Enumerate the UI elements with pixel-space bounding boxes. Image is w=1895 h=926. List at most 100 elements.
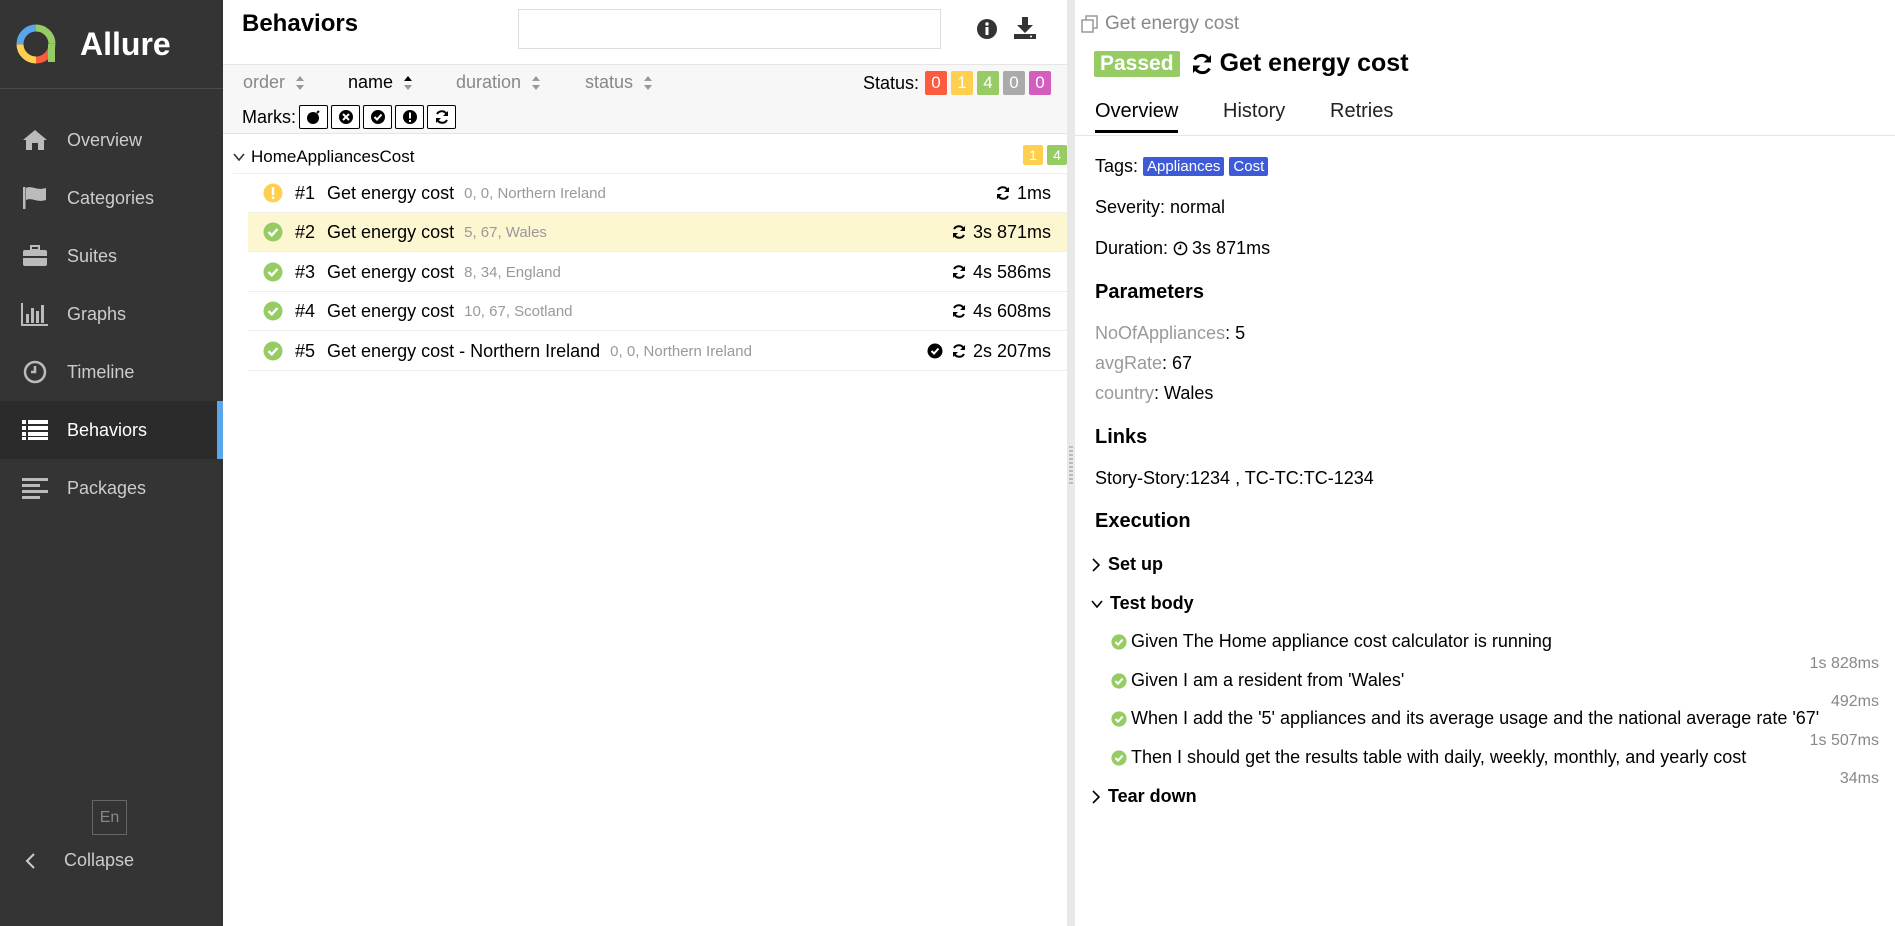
sort-icon <box>532 75 541 90</box>
tree-group[interactable]: HomeAppliancesCost 1 4 <box>233 140 1067 174</box>
language-switch[interactable]: En <box>92 800 127 835</box>
retry-icon <box>952 344 965 358</box>
splitter-grip-icon[interactable] <box>1069 446 1073 484</box>
status-filter: Status: 0 1 4 0 0 <box>863 71 1051 95</box>
mark-new-broken-toggle[interactable] <box>395 105 424 129</box>
test-detail-panel: Get energy cost Passed Get energy cost O… <box>1075 0 1895 926</box>
copy-icon[interactable] <box>1081 15 1099 33</box>
exclamation-circle-icon <box>402 110 417 124</box>
row-duration: 3s 871ms <box>951 222 1051 243</box>
duration-text: 1ms <box>1016 182 1051 203</box>
breadcrumb: Get energy cost <box>1081 13 1239 35</box>
page-title: Behaviors <box>242 10 359 37</box>
status-skipped-toggle[interactable]: 0 <box>1003 71 1025 95</box>
retry-icon <box>952 304 965 318</box>
chevron-left-icon <box>25 852 35 869</box>
tree-row[interactable]: #5 Get energy cost - Northern Ireland 0,… <box>248 332 1067 371</box>
app-name: Allure <box>80 25 171 62</box>
check-circle-icon <box>370 110 385 124</box>
tab-overview[interactable]: Overview <box>1095 100 1179 133</box>
sidebar-item-timeline[interactable]: Timeline <box>0 343 223 401</box>
sort-label: status <box>585 72 634 92</box>
mark-new-failed-toggle[interactable] <box>331 105 360 129</box>
new-passed-mark-icon <box>927 343 943 359</box>
sidebar-item-suites[interactable]: Suites <box>0 227 223 285</box>
sidebar-item-overview[interactable]: Overview <box>0 111 223 169</box>
search-input[interactable] <box>518 9 941 49</box>
sidebar-item-behaviors[interactable]: Behaviors <box>0 401 223 459</box>
step-row[interactable]: Then I should get the results table with… <box>1111 747 1746 768</box>
passed-status-icon <box>263 341 283 361</box>
parameter-value: : 67 <box>1162 353 1193 373</box>
download-button[interactable] <box>1013 16 1037 45</box>
align-left-icon <box>21 474 49 502</box>
sort-duration[interactable]: duration <box>456 72 541 93</box>
step-row[interactable]: Given I am a resident from 'Wales' <box>1111 670 1404 691</box>
sidebar-item-label: Timeline <box>67 361 135 382</box>
status-failed-toggle[interactable]: 0 <box>925 71 947 95</box>
home-icon <box>21 126 49 154</box>
chevron-down-icon <box>233 152 245 161</box>
tree-row-selected[interactable]: #2 Get energy cost 5, 67, Wales 3s 871ms <box>248 213 1067 252</box>
sidebar-item-label: Behaviors <box>67 419 148 440</box>
sidebar-item-packages[interactable]: Packages <box>0 459 223 517</box>
passed-status-icon <box>263 301 283 321</box>
retry-icon <box>952 265 965 279</box>
tags-line: Tags: Appliances Cost <box>1095 156 1269 177</box>
row-params: 0, 0, Northern Ireland <box>464 184 606 202</box>
info-button[interactable] <box>976 18 998 45</box>
row-duration: 4s 586ms <box>951 262 1051 283</box>
row-name: Get energy cost <box>327 261 455 282</box>
status-unknown-toggle[interactable]: 0 <box>1029 71 1051 95</box>
sidebar-nav: Overview Categories Suites Graphs Timeli… <box>0 111 223 517</box>
mark-new-passed-toggle[interactable] <box>363 105 392 129</box>
sidebar-item-label: Packages <box>67 477 147 498</box>
row-number: #2 <box>295 221 316 242</box>
parameter-value: : 5 <box>1225 323 1246 343</box>
count-badge: 1 <box>1023 145 1043 165</box>
status-passed-toggle[interactable]: 4 <box>977 71 999 95</box>
group-counts: 1 4 <box>1019 145 1067 165</box>
step-row[interactable]: When I add the '5' appliances and its av… <box>1111 708 1819 729</box>
step-duration: 1s 507ms <box>1809 732 1879 749</box>
parameter-value: : Wales <box>1154 383 1214 403</box>
broken-status-icon <box>263 183 283 203</box>
row-params: 5, 67, Wales <box>464 223 547 241</box>
sort-status[interactable]: status <box>585 72 653 93</box>
brand[interactable]: Allure <box>0 0 223 89</box>
list-icon <box>21 416 49 444</box>
marks-label: Marks: <box>242 106 296 127</box>
marks-filter: Marks: <box>242 105 456 129</box>
status-broken-toggle[interactable]: 1 <box>951 71 973 95</box>
sort-order[interactable]: order <box>243 72 305 93</box>
tree-row[interactable]: #4 Get energy cost 10, 67, Scotland 4s 6… <box>248 292 1067 331</box>
links-line[interactable]: Story-Story:1234 , TC-TC:TC-1234 <box>1095 468 1374 489</box>
mark-flaky-toggle[interactable] <box>299 105 328 129</box>
setup-toggle[interactable]: Set up <box>1091 554 1163 575</box>
duration-label: Duration: <box>1095 238 1169 258</box>
sidebar-item-graphs[interactable]: Graphs <box>0 285 223 343</box>
pane-splitter[interactable] <box>1067 0 1075 926</box>
status-label: Status: <box>862 72 919 93</box>
duration-value: 3s 871ms <box>1192 238 1271 258</box>
sidebar-item-label: Overview <box>67 129 143 150</box>
step-row[interactable]: Given The Home appliance cost calculator… <box>1111 631 1552 652</box>
sidebar: Allure Overview Categories Suites Graphs <box>0 0 223 926</box>
mark-retries-toggle[interactable] <box>427 105 456 129</box>
tab-history[interactable]: History <box>1223 100 1285 130</box>
test-body-toggle[interactable]: Test body <box>1091 593 1194 614</box>
collapse-button[interactable]: Collapse <box>24 850 134 871</box>
count-badge: 4 <box>1047 145 1067 165</box>
briefcase-icon <box>21 242 49 270</box>
sort-name[interactable]: name <box>348 72 413 93</box>
group-name: HomeAppliancesCost <box>251 146 415 166</box>
retry-icon <box>996 186 1009 200</box>
tab-retries[interactable]: Retries <box>1330 100 1393 130</box>
teardown-toggle[interactable]: Tear down <box>1091 786 1197 807</box>
tree-row[interactable]: #1 Get energy cost 0, 0, Northern Irelan… <box>248 174 1067 213</box>
clock-icon <box>1173 241 1188 256</box>
tag-badge: Appliances <box>1143 157 1225 176</box>
tree-row[interactable]: #3 Get energy cost 8, 34, England 4s 586… <box>248 253 1067 292</box>
parameter-row: NoOfAppliances : 5 <box>1095 323 1245 344</box>
sidebar-item-categories[interactable]: Categories <box>0 169 223 227</box>
